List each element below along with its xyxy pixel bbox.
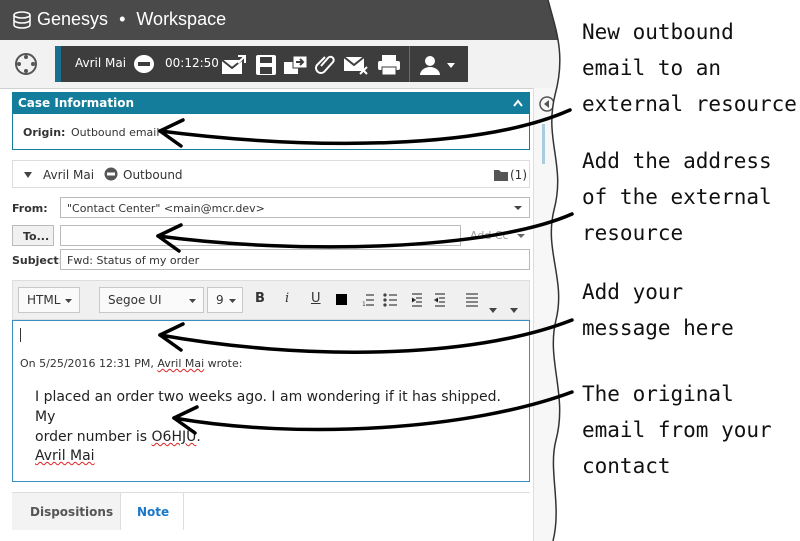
- annotation-outbound: New outbound email to an external resour…: [582, 14, 797, 122]
- annotation-2-line-3: resource: [582, 221, 684, 245]
- arrow-message: [158, 318, 574, 354]
- annotation-3-line-2: message here: [582, 316, 734, 340]
- annotation-address: Add the address of the external resource: [582, 143, 772, 251]
- annotation-2-line-1: Add the address: [582, 149, 772, 173]
- annotation-1-line-2: email to an: [582, 56, 722, 80]
- arrow-original: [172, 390, 574, 432]
- annotation-4-line-1: The original: [582, 382, 734, 406]
- annotation-original: The original email from your contact: [582, 376, 772, 484]
- arrow-to-field: [156, 212, 574, 249]
- annotation-4-line-2: email from your: [582, 418, 772, 442]
- annotation-1-line-3: external resource: [582, 92, 797, 116]
- annotation-2-line-2: of the external: [582, 185, 772, 209]
- annotation-1-line-1: New outbound: [582, 20, 734, 44]
- annotation-message: Add your message here: [582, 274, 734, 346]
- annotation-3-line-1: Add your: [582, 280, 684, 304]
- arrow-origin: [158, 108, 572, 146]
- annotation-4-line-3: contact: [582, 454, 671, 478]
